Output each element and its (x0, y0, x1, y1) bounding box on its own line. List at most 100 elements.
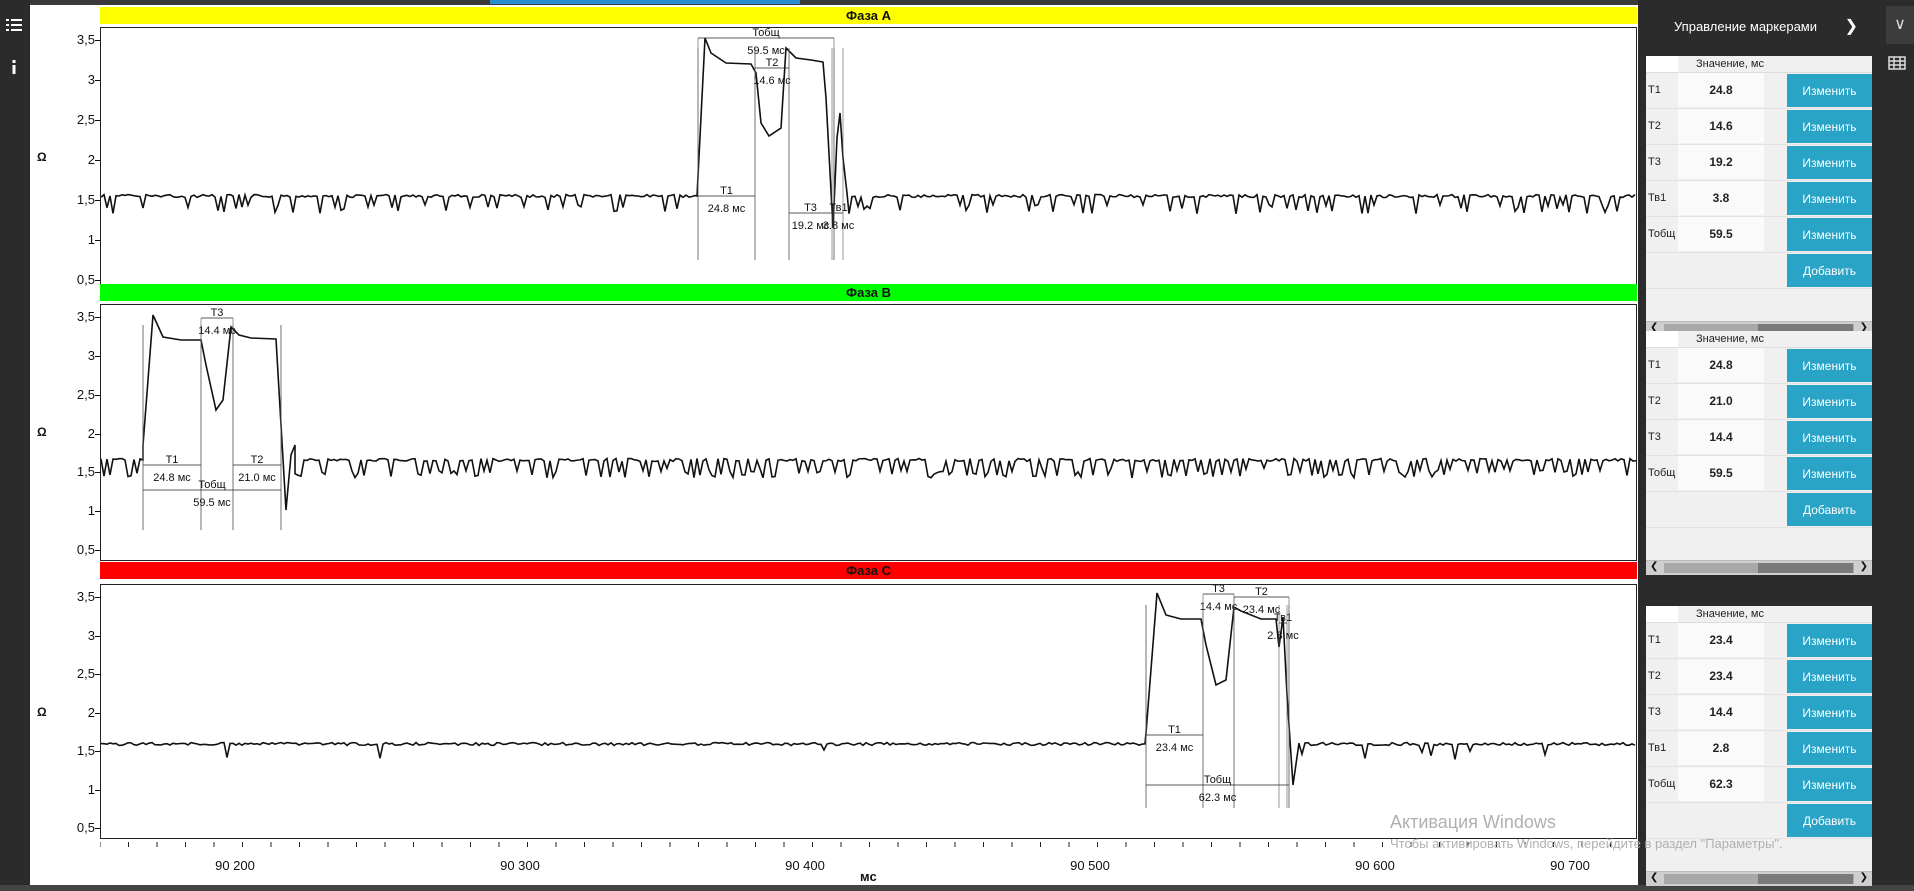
scrollbar-thumb[interactable] (1758, 563, 1853, 573)
marker-value[interactable]: 14.6 (1678, 109, 1764, 143)
list-icon[interactable] (5, 16, 25, 36)
marker-annotation[interactable]: Тв1 3.8 мс (823, 48, 855, 260)
marker-row: T3 19.2 Изменить (1646, 145, 1872, 181)
add-row: Добавить (1646, 492, 1872, 528)
top-scrollbar[interactable] (30, 0, 1638, 5)
chevron-right-icon[interactable]: ❯ (1845, 10, 1858, 44)
marker-row: T2 21.0 Изменить (1646, 384, 1872, 420)
x-tick-label: 90 400 (785, 858, 825, 873)
y-tick-label: 0,5 (76, 272, 95, 287)
marker-value[interactable]: 24.8 (1678, 73, 1764, 107)
marker-row: Тобщ 62.3 Изменить (1646, 767, 1872, 803)
marker-group: Значение, мс T1 24.8 Изменить T2 14.6 Изменить… (1646, 56, 1872, 336)
marker-annotation[interactable]: T1 23.4 мс (1145, 605, 1204, 808)
top-scrollbar-thumb[interactable] (490, 0, 800, 4)
y-tick-label: 1 (87, 503, 95, 519)
phase-b-ylabel: Ω (37, 425, 47, 439)
marker-name: T3 (1648, 431, 1661, 443)
change-marker-button[interactable]: Изменить (1787, 74, 1872, 107)
marker-name: Тв1 (1648, 742, 1667, 754)
marker-value[interactable]: 19.2 (1678, 145, 1764, 179)
marker-name: T2 (1648, 120, 1661, 132)
marker-annotation-value: 59.5 мс (193, 497, 231, 509)
marker-group-scrollbar[interactable]: ❮ ❯ (1646, 871, 1872, 886)
marker-value[interactable]: 23.4 (1678, 623, 1764, 657)
marker-value[interactable]: 14.4 (1678, 420, 1764, 454)
marker-value[interactable]: 24.8 (1678, 348, 1764, 382)
header-blank-cell (1646, 56, 1678, 72)
marker-annotation-label: T2 (251, 454, 264, 466)
marker-annotation[interactable]: T2 14.6 мс (753, 48, 791, 260)
marker-annotation-label: T1 (720, 185, 733, 197)
marker-annotation-label: Тв1 (1274, 612, 1292, 624)
marker-name: T2 (1648, 670, 1661, 682)
change-marker-button[interactable]: Изменить (1787, 768, 1872, 801)
scroll-left-icon[interactable]: ❮ (1650, 561, 1658, 572)
change-marker-button[interactable]: Изменить (1787, 182, 1872, 215)
y-tick-label: 1 (87, 232, 95, 247)
phase-c-header: Фаза C (100, 562, 1637, 579)
change-marker-button[interactable]: Изменить (1787, 696, 1872, 729)
info-icon[interactable] (5, 58, 25, 78)
marker-value[interactable]: 62.3 (1678, 767, 1764, 801)
phase-c-plot[interactable]: Ω 3,5 3 2,5 2 1,5 1 0,5 T3 14.4 мс T2 23.4 мс Тв1 2… (37, 584, 1637, 839)
change-marker-button[interactable]: Изменить (1787, 732, 1872, 765)
add-marker-button[interactable]: Добавить (1787, 804, 1872, 837)
chevron-down-icon[interactable]: ∨ (1886, 6, 1914, 44)
scroll-left-icon[interactable]: ❮ (1650, 872, 1658, 883)
marker-annotation[interactable]: T2 21.0 мс (232, 325, 282, 530)
x-tick-label: 90 500 (1070, 858, 1110, 873)
phase-c-trace: T3 14.4 мс T2 23.4 мс Тв1 2.8 мс T1 23.4 мсТобщ… (101, 585, 1636, 808)
scroll-right-icon[interactable]: ❯ (1860, 561, 1868, 572)
marker-name: T1 (1648, 84, 1661, 96)
marker-annotation-label: Тобщ (752, 28, 779, 39)
add-row: Добавить (1646, 803, 1872, 839)
scroll-right-icon[interactable]: ❯ (1860, 872, 1868, 883)
change-marker-button[interactable]: Изменить (1787, 146, 1872, 179)
scrollbar-thumb[interactable] (1758, 874, 1853, 884)
phase-a-plot[interactable]: Ω 3,5 3 2,5 2 1,5 1 0,5 Тобщ 59.5 мс T2 14.6 мс T1… (37, 27, 1637, 291)
phase-b-plot[interactable]: Ω 3,5 3 2,5 2 1,5 1 0,5 T3 14.4 мс T1 24.8 мс T2 21… (37, 304, 1637, 561)
marker-value[interactable]: 3.8 (1678, 181, 1764, 215)
marker-row: T1 24.8 Изменить (1646, 73, 1872, 109)
marker-annotation-label: Тв1 (829, 202, 847, 214)
marker-value[interactable]: 14.4 (1678, 695, 1764, 729)
marker-value[interactable]: 23.4 (1678, 659, 1764, 693)
marker-group: Значение, мс T1 23.4 Изменить T2 23.4 Изменить… (1646, 606, 1872, 886)
y-tick-label: 3 (87, 347, 95, 363)
y-tick-label: 3,5 (76, 309, 95, 324)
table-icon[interactable] (1888, 56, 1906, 75)
change-marker-button[interactable]: Изменить (1787, 218, 1872, 251)
y-tick-label: 1 (87, 781, 95, 797)
marker-value[interactable]: 21.0 (1678, 384, 1764, 418)
add-marker-button[interactable]: Добавить (1787, 254, 1872, 287)
phase-b-header: Фаза B (100, 284, 1637, 301)
change-marker-button[interactable]: Изменить (1787, 110, 1872, 143)
marker-value[interactable]: 59.5 (1678, 456, 1764, 490)
add-marker-button[interactable]: Добавить (1787, 493, 1872, 526)
change-marker-button[interactable]: Изменить (1787, 385, 1872, 418)
marker-annotation-label: T2 (766, 57, 779, 69)
change-marker-button[interactable]: Изменить (1787, 624, 1872, 657)
marker-name: T1 (1648, 359, 1661, 371)
marker-panel-header[interactable]: Управление маркерами ❯ (1638, 10, 1878, 44)
change-marker-button[interactable]: Изменить (1787, 421, 1872, 454)
phase-a-trace: Тобщ59.5 мсT214.6 мсT124.8 мс T319.2 мсТв… (101, 28, 1636, 260)
marker-annotation[interactable]: Тобщ 59.5 мс (142, 325, 282, 530)
marker-value[interactable]: 2.8 (1678, 731, 1764, 765)
marker-annotation-value: 24.8 мс (153, 472, 191, 484)
x-tick-label: 90 300 (500, 858, 540, 873)
marker-annotation[interactable]: T1 24.8 мс (697, 48, 756, 260)
column-header: Значение, мс (1696, 58, 1764, 70)
change-marker-button[interactable]: Изменить (1787, 457, 1872, 490)
change-marker-button[interactable]: Изменить (1787, 660, 1872, 693)
add-row: Добавить (1646, 253, 1872, 289)
marker-value[interactable]: 59.5 (1678, 217, 1764, 251)
marker-group-scrollbar[interactable]: ❮ ❯ (1646, 560, 1872, 575)
column-header: Значение, мс (1696, 333, 1764, 345)
change-marker-button[interactable]: Изменить (1787, 349, 1872, 382)
marker-name: T2 (1648, 395, 1661, 407)
marker-annotation-label: T1 (1168, 724, 1181, 736)
marker-annotation-label: Тобщ (1204, 774, 1231, 786)
bottom-scrollbar[interactable] (0, 885, 1914, 891)
